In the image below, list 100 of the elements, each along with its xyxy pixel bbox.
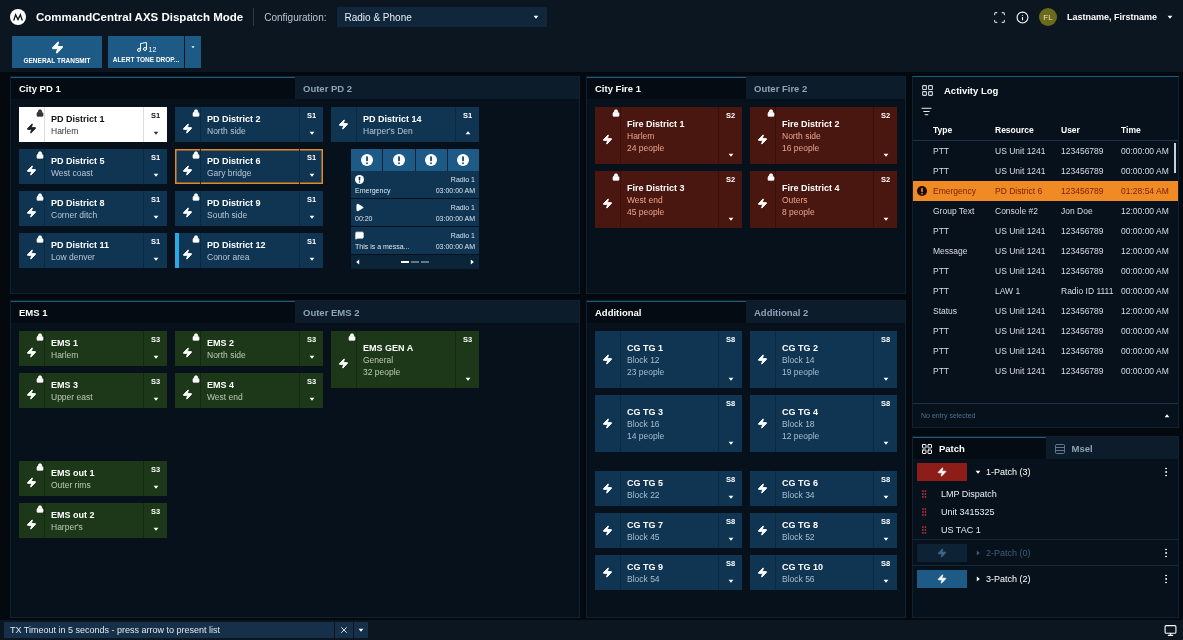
- table-cell-text: PTT: [933, 346, 951, 356]
- caret-icon: [882, 152, 889, 158]
- status-message-field: TX Timeout in 5 seconds - press arrow to present list: [4, 622, 334, 638]
- panel-tab[interactable]: Msel: [1045, 437, 1178, 459]
- monitor-icon[interactable]: [1164, 623, 1177, 637]
- configuration-dropdown[interactable]: Radio & Phone: [336, 7, 547, 27]
- lightning-icon: [26, 519, 37, 530]
- panel-tab[interactable]: City Fire 1: [587, 77, 746, 99]
- channel-name: PD District 5: [51, 155, 106, 166]
- log-row[interactable]: Status US Unit 1241 123456789 12:00:00 AM: [913, 301, 1178, 321]
- close-button[interactable]: [335, 622, 353, 638]
- log-row[interactable]: Emergency PD District 6 123456789 01:28:54 AM: [913, 181, 1178, 201]
- patch-name[interactable]: 1-Patch (3): [975, 467, 1031, 477]
- panel-tab[interactable]: Patch: [913, 437, 1046, 459]
- people-count: 32 people: [363, 366, 402, 377]
- lightning-icon: [26, 389, 37, 400]
- caret-icon: [308, 172, 315, 178]
- table-cell-text: US Unit 1241: [995, 266, 1047, 276]
- log-row[interactable]: PTT US Unit 1241 123456789 00:00:00 AM: [913, 341, 1178, 361]
- filter-icon[interactable]: [921, 105, 932, 117]
- caret-icon: [152, 214, 159, 220]
- log-icon: [921, 83, 934, 97]
- expand-icon: [1164, 412, 1170, 419]
- lightning-icon: [757, 198, 768, 209]
- table-cell-text: 01:28:54 AM: [1121, 186, 1170, 196]
- caret-icon: [152, 130, 159, 136]
- log-row[interactable]: PTT US Unit 1241 123456789 00:00:00 AM: [913, 361, 1178, 381]
- table-cell-text: 00:00:00 AM: [1121, 286, 1170, 296]
- column-header[interactable]: Type: [933, 124, 995, 135]
- table-cell-text: Jon Doe: [1061, 206, 1094, 216]
- lightning-icon: [182, 347, 193, 358]
- panel-tab[interactable]: Additional: [587, 301, 746, 323]
- lightning-icon: [338, 119, 349, 130]
- table-cell-text: 00:00:00 AM: [1121, 146, 1170, 156]
- patch-member: LMP Dispatch: [941, 489, 997, 499]
- table-cell-text: 123456789: [1061, 146, 1105, 156]
- lightning-icon: [50, 40, 64, 54]
- channel-name: CG TG 6: [782, 477, 819, 488]
- lightning-icon: [757, 134, 768, 145]
- panel-tab[interactable]: Additional 2: [746, 301, 905, 323]
- fullscreen-icon[interactable]: [992, 10, 1006, 24]
- table-cell-text: 00:00:00 AM: [1121, 266, 1170, 276]
- channel-area: Block 54: [627, 573, 718, 584]
- panel-tab[interactable]: Outer PD 2: [295, 77, 579, 99]
- alert-icon: [355, 175, 364, 185]
- log-row[interactable]: PTT US Unit 1241 123456789 00:00:00 AM: [913, 261, 1178, 281]
- column-header[interactable]: Time: [1121, 124, 1174, 135]
- table-cell-text: 123456789: [1061, 266, 1105, 276]
- user-avatar[interactable]: FL: [1038, 8, 1057, 26]
- emergency-button[interactable]: [383, 149, 415, 171]
- caret-icon: [727, 536, 734, 542]
- caret-icon: [532, 14, 539, 20]
- user-name[interactable]: Lastname, Firstname: [1066, 12, 1157, 22]
- caret-icon: [308, 396, 315, 402]
- table-cell-text: US Unit 1241: [995, 146, 1047, 156]
- log-row[interactable]: PTT US Unit 1241 123456789 00:00:00 AM: [913, 161, 1178, 181]
- people-count: 24 people: [627, 142, 666, 153]
- emergency-button[interactable]: [351, 149, 383, 171]
- log-row[interactable]: PTT LAW 1 Radio ID 1111 00:00:00 AM: [913, 281, 1178, 301]
- scrollbar[interactable]: [1174, 143, 1176, 173]
- panel-tab[interactable]: Outer Fire 2: [746, 77, 905, 99]
- channel-area: Block 18: [782, 418, 873, 429]
- dropdown-button[interactable]: [354, 622, 368, 638]
- table-cell-text: 123456789: [1061, 326, 1105, 336]
- panel-tab[interactable]: Outer EMS 2: [295, 301, 579, 323]
- patch-transmit-button[interactable]: [917, 569, 967, 588]
- channel-name: CG TG 5: [627, 477, 664, 488]
- emergency-button[interactable]: [447, 149, 479, 171]
- log-row[interactable]: PTT US Unit 1241 123456789 00:00:00 AM: [913, 321, 1178, 341]
- channel-name: CG TG 3: [627, 406, 664, 417]
- lightning-icon: [182, 389, 193, 400]
- channel-area: Upper east: [51, 391, 143, 402]
- music-note-icon: [135, 41, 148, 53]
- channel-area: West end: [627, 194, 718, 205]
- log-row[interactable]: PTT US Unit 1241 123456789 00:00:00 AM: [913, 221, 1178, 241]
- lightning-icon: [757, 354, 768, 365]
- patch-name[interactable]: 3-Patch (2): [975, 573, 1031, 584]
- panel-tab[interactable]: City PD 1: [11, 77, 295, 99]
- log-row[interactable]: Message US Unit 1241 123456789 12:00:00 AM: [913, 241, 1178, 261]
- lightning-icon: [26, 165, 37, 176]
- next-icon: [469, 259, 475, 265]
- patch-transmit-button[interactable]: [917, 463, 967, 481]
- channel-area: Block 56: [782, 573, 873, 584]
- channel-name: CG TG 10: [782, 561, 824, 572]
- log-row[interactable]: PTT US Unit 1241 123456789 00:00:00 AM: [913, 141, 1178, 161]
- log-row[interactable]: Group Text Console #2 Jon Doe 12:00:00 AM: [913, 201, 1178, 221]
- column-header[interactable]: Resource: [995, 124, 1061, 135]
- emergency-button[interactable]: [415, 149, 447, 171]
- info-icon[interactable]: [1015, 10, 1029, 24]
- alert-icon: [392, 154, 405, 166]
- table-cell-text: Console #2: [995, 206, 1039, 216]
- channel-name: CG TG 9: [627, 561, 664, 572]
- channel-area: Conor area: [207, 251, 299, 262]
- lightning-icon: [757, 567, 768, 578]
- panel-tab[interactable]: EMS 1: [11, 301, 295, 323]
- table-cell-text: 00:00:00 AM: [1121, 346, 1170, 356]
- column-header[interactable]: User: [1061, 124, 1121, 135]
- channel-area: North side: [207, 125, 299, 136]
- table-cell-text: Message: [933, 246, 969, 256]
- configuration-label: Configuration:: [264, 11, 327, 23]
